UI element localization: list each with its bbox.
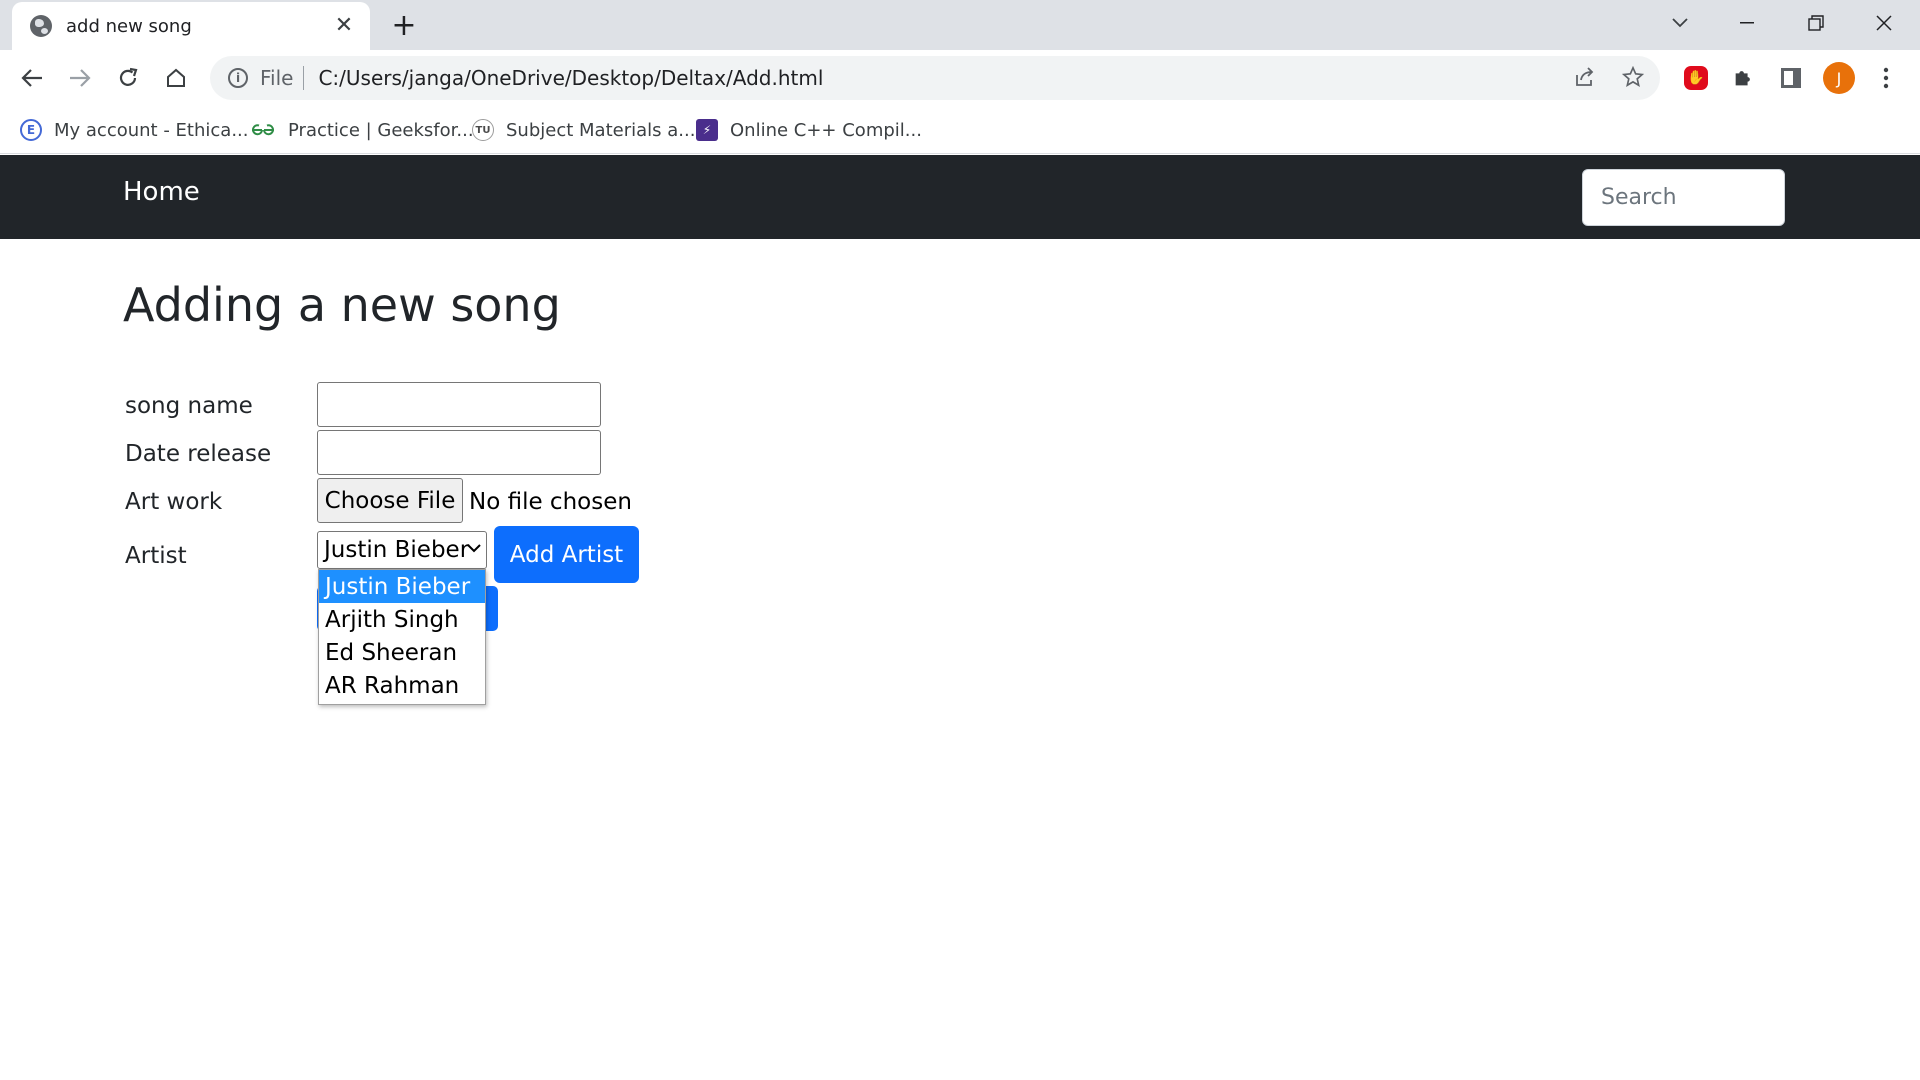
geeksforgeeks-icon bbox=[250, 119, 276, 141]
add-artist-button[interactable]: Add Artist bbox=[494, 526, 639, 583]
tab-search-icon[interactable] bbox=[1660, 6, 1700, 40]
choose-file-button[interactable]: Choose File bbox=[317, 478, 463, 523]
bookmark-ethica[interactable]: E My account - Ethica... bbox=[20, 116, 248, 144]
bookmark-star-icon[interactable] bbox=[1621, 65, 1645, 94]
navbar-brand-home[interactable]: Home bbox=[123, 177, 200, 207]
artist-select-value: Justin Bieber bbox=[324, 537, 470, 563]
browser-tab[interactable]: add new song ✕ bbox=[12, 2, 370, 50]
url-text[interactable]: C:/Users/janga/OneDrive/Desktop/Deltax/A… bbox=[318, 66, 823, 90]
home-icon[interactable] bbox=[158, 60, 194, 96]
file-status-text: No file chosen bbox=[469, 489, 632, 515]
bookmark-label: Subject Materials a... bbox=[506, 119, 696, 141]
ethica-icon: E bbox=[20, 119, 42, 141]
url-separator bbox=[303, 66, 305, 90]
artist-label: Artist bbox=[125, 543, 187, 569]
song-name-label: song name bbox=[125, 393, 253, 419]
art-work-label: Art work bbox=[125, 489, 223, 515]
back-icon[interactable] bbox=[14, 60, 50, 96]
tab-title: add new song bbox=[66, 15, 192, 37]
extensions-puzzle-icon[interactable] bbox=[1727, 62, 1759, 94]
share-icon[interactable] bbox=[1574, 66, 1596, 94]
bookmark-geeksforgeeks[interactable]: Practice | Geeksfor... bbox=[250, 116, 474, 144]
bookmark-label: Online C++ Compil... bbox=[730, 119, 922, 141]
profile-avatar[interactable]: J bbox=[1823, 62, 1855, 94]
bookmarks-bar: E My account - Ethica... Practice | Geek… bbox=[0, 106, 1920, 154]
chevron-down-icon bbox=[467, 537, 481, 558]
browser-menu-icon[interactable] bbox=[1870, 62, 1902, 94]
artist-option[interactable]: Arjith Singh bbox=[319, 603, 485, 636]
new-tab-button[interactable]: + bbox=[384, 7, 424, 43]
adblock-extension-icon[interactable]: ✋ bbox=[1680, 62, 1712, 94]
date-release-input[interactable] bbox=[317, 430, 601, 475]
minimize-icon[interactable] bbox=[1727, 6, 1767, 40]
reload-icon[interactable] bbox=[110, 60, 146, 96]
artist-option[interactable]: AR Rahman bbox=[319, 669, 485, 702]
browser-toolbar: i File C:/Users/janga/OneDrive/Desktop/D… bbox=[0, 50, 1920, 106]
address-bar[interactable]: i File C:/Users/janga/OneDrive/Desktop/D… bbox=[210, 56, 1660, 100]
artist-select[interactable]: Justin Bieber bbox=[317, 531, 487, 569]
tab-strip: add new song ✕ + bbox=[0, 0, 1920, 50]
tab-close-icon[interactable]: ✕ bbox=[332, 14, 356, 38]
bookmark-online-cpp[interactable]: ⚡ Online C++ Compil... bbox=[696, 116, 922, 144]
artist-option[interactable]: Justin Bieber bbox=[319, 570, 485, 603]
globe-icon bbox=[30, 15, 52, 37]
bookmark-label: My account - Ethica... bbox=[54, 119, 249, 141]
side-panel-icon[interactable] bbox=[1775, 62, 1807, 94]
url-scheme: File bbox=[260, 66, 294, 90]
bookmark-label: Practice | Geeksfor... bbox=[288, 119, 474, 141]
site-info-icon[interactable]: i bbox=[228, 68, 248, 88]
page-title: Adding a new song bbox=[123, 278, 561, 332]
restore-icon[interactable] bbox=[1796, 6, 1836, 40]
window-close-icon[interactable] bbox=[1864, 6, 1904, 40]
lightning-icon: ⚡ bbox=[696, 119, 718, 141]
forward-icon[interactable] bbox=[62, 60, 98, 96]
site-navbar: Home bbox=[0, 155, 1920, 239]
artist-option[interactable]: Ed Sheeran bbox=[319, 636, 485, 669]
bookmark-subject-materials[interactable]: TU Subject Materials a... bbox=[472, 116, 695, 144]
artist-dropdown-list: Justin Bieber Arjith Singh Ed Sheeran AR… bbox=[318, 569, 486, 705]
song-name-input[interactable] bbox=[317, 382, 601, 427]
date-release-label: Date release bbox=[125, 441, 272, 467]
search-input[interactable] bbox=[1582, 169, 1785, 226]
tu-icon: TU bbox=[472, 119, 494, 141]
